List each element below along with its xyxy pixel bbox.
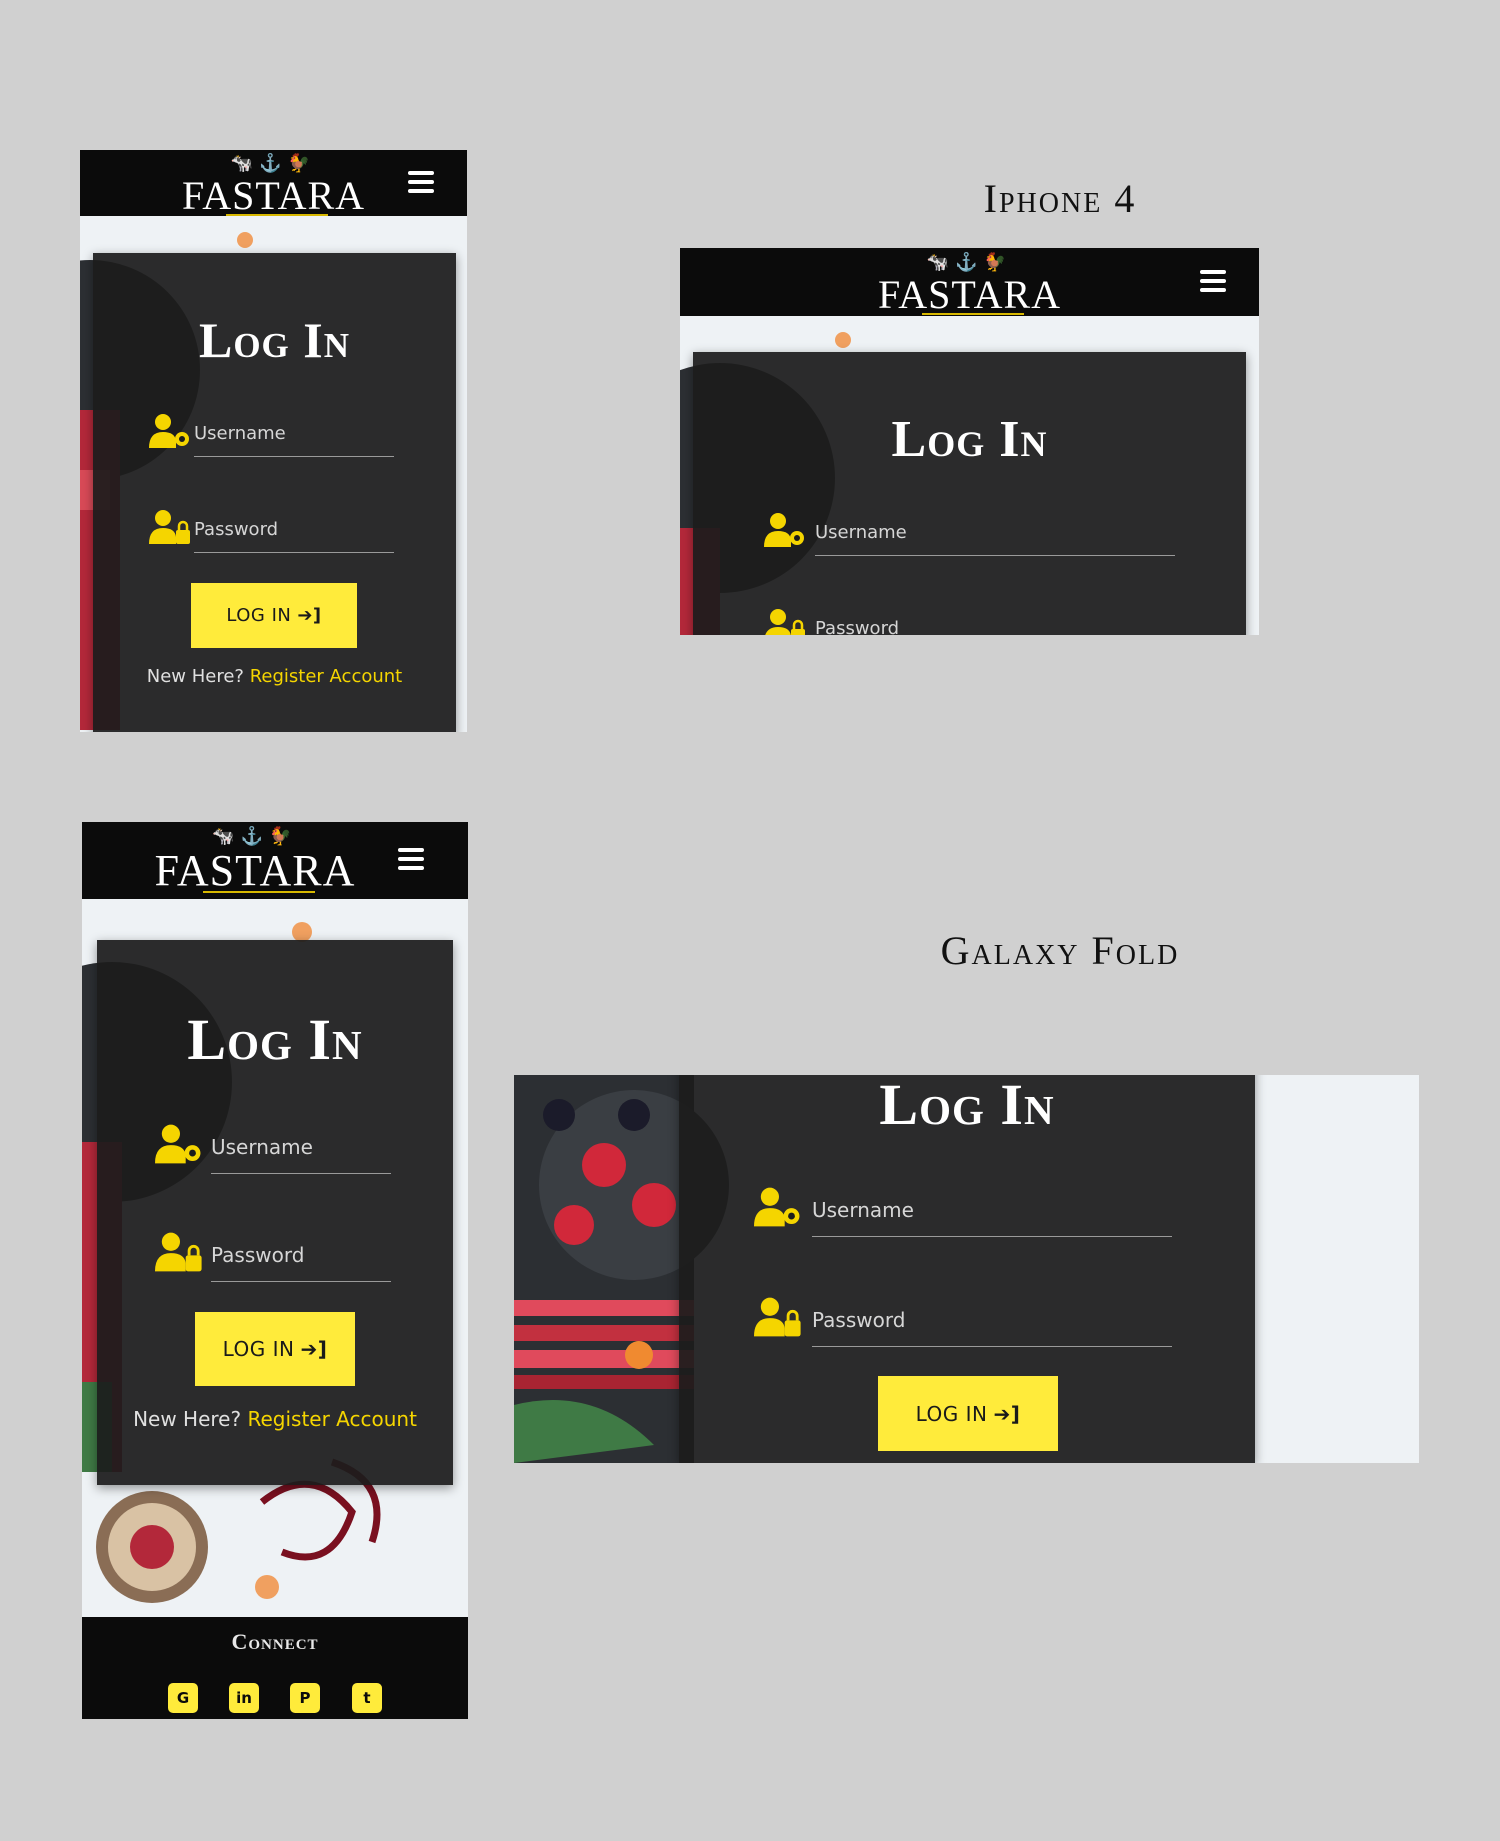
login-button-label: LOG IN (226, 605, 292, 626)
brand-animal-icons: 🐄⚓🐓 (230, 153, 317, 173)
twitter-icon[interactable]: t (352, 1683, 382, 1713)
password-field[interactable]: Password (149, 509, 399, 555)
username-label: Username (815, 522, 907, 543)
username-label: Username (194, 423, 286, 444)
sign-in-icon: ➔] (297, 605, 322, 626)
login-card: Log In Username Password LOG IN ➔] New He… (97, 940, 453, 1485)
pinterest-icon[interactable]: P (290, 1683, 320, 1713)
device-galaxy-fold-landscape: Log In Username Password LOG IN ➔] (514, 1075, 1419, 1463)
device-iphone4: 🐄⚓🐓 FASTARA Log In Username Password (680, 248, 1259, 635)
username-underline (812, 1236, 1172, 1237)
register-account-link[interactable]: Register Account (250, 666, 403, 687)
user-lock-icon (155, 1231, 205, 1278)
brand-name: FASTARA (154, 846, 356, 895)
login-button[interactable]: LOG IN ➔] (878, 1376, 1058, 1451)
brand-logo[interactable]: 🐄⚓🐓 FASTARA (82, 827, 428, 896)
register-prompt: New Here? Register Account (97, 1407, 453, 1431)
brand-logo[interactable]: 🐄⚓🐓 FASTARA (680, 253, 1259, 318)
login-card: Log In Username Password LOG IN ➔] New He… (93, 253, 456, 732)
password-label: Password (211, 1243, 305, 1267)
top-navbar: 🐄⚓🐓 FASTARA (82, 822, 468, 899)
login-card: Log In Username Password LOG IN ➔] (679, 1075, 1255, 1463)
username-field[interactable]: Username (754, 1186, 1194, 1240)
login-title: Log In (187, 1007, 363, 1072)
username-underline (815, 555, 1175, 556)
user-gear-icon (764, 512, 808, 553)
user-gear-icon (155, 1123, 205, 1170)
brand-name: FASTARA (877, 272, 1062, 317)
linkedin-icon[interactable]: in (229, 1683, 259, 1713)
login-button-label: LOG IN (222, 1337, 295, 1361)
caption-iphone4: Iphone 4 (983, 176, 1137, 221)
user-lock-icon (764, 608, 808, 635)
site-footer: Connect G in P t (82, 1617, 468, 1719)
user-gear-icon (754, 1186, 804, 1233)
username-underline (194, 456, 394, 457)
device-galaxy-fold-portrait: 🐄⚓🐓 FASTARA Log In Username Password LOG… (82, 822, 468, 1719)
login-button[interactable]: LOG IN ➔] (195, 1312, 355, 1386)
brand-animal-icons: 🐄⚓🐓 (926, 252, 1013, 272)
register-account-link[interactable]: Register Account (247, 1407, 416, 1431)
hamburger-menu-icon[interactable] (1200, 270, 1226, 297)
username-label: Username (812, 1198, 914, 1222)
user-lock-icon (754, 1296, 804, 1343)
new-here-text: New Here? (146, 666, 244, 687)
top-navbar: 🐄⚓🐓 FASTARA (680, 248, 1259, 316)
username-underline (211, 1173, 391, 1174)
brand-name: FASTARA (181, 173, 366, 218)
login-button-label: LOG IN (915, 1401, 988, 1426)
new-here-text: New Here? (133, 1407, 242, 1431)
username-field[interactable]: Username (764, 512, 1184, 558)
password-label: Password (194, 519, 279, 540)
hamburger-menu-icon[interactable] (408, 171, 434, 198)
password-field[interactable]: Password (155, 1231, 405, 1285)
register-prompt: New Here? Register Account (93, 666, 456, 687)
login-title: Log In (198, 312, 351, 368)
hamburger-menu-icon[interactable] (398, 848, 424, 875)
password-field[interactable]: Password (764, 608, 1184, 635)
password-underline (211, 1281, 391, 1282)
password-underline (194, 552, 394, 553)
sign-in-icon: ➔] (993, 1401, 1021, 1426)
device-mobile-top: 🐄⚓🐓 FASTARA Log In Username Password LOG… (80, 150, 467, 732)
user-gear-icon (149, 413, 193, 454)
username-field[interactable]: Username (155, 1123, 405, 1177)
login-title: Log In (891, 411, 1048, 468)
caption-galaxy-fold: Galaxy Fold (940, 928, 1180, 973)
sign-in-icon: ➔] (300, 1337, 328, 1361)
password-field[interactable]: Password (754, 1296, 1194, 1350)
username-label: Username (211, 1135, 313, 1159)
user-lock-icon (149, 509, 193, 550)
password-label: Password (815, 618, 900, 635)
password-underline (812, 1346, 1172, 1347)
footer-connect-title: Connect (231, 1629, 319, 1654)
github-icon[interactable]: G (168, 1683, 198, 1713)
login-card: Log In Username Password (693, 352, 1246, 635)
password-label: Password (812, 1308, 906, 1332)
login-button[interactable]: LOG IN ➔] (191, 583, 357, 648)
top-navbar: 🐄⚓🐓 FASTARA (80, 150, 467, 216)
login-title: Log In (879, 1075, 1055, 1137)
username-field[interactable]: Username (149, 413, 399, 459)
brand-animal-icons: 🐄⚓🐓 (212, 826, 298, 846)
